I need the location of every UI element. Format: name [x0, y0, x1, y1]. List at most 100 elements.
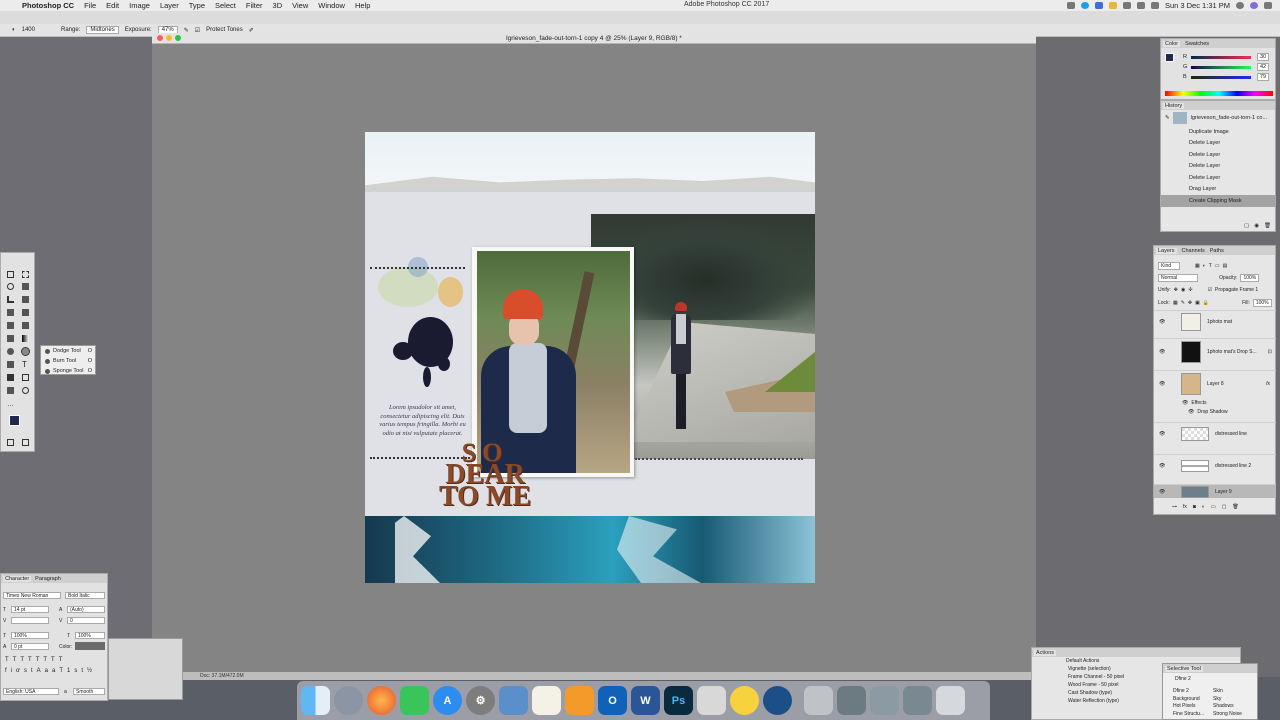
- unify-style-icon[interactable]: ✣: [1188, 287, 1192, 293]
- skype-icon[interactable]: [1080, 2, 1089, 9]
- font-family-select[interactable]: Times New Roman: [3, 592, 61, 599]
- menu-type[interactable]: Type: [189, 1, 205, 10]
- layer-name[interactable]: Layer 9: [1215, 489, 1232, 495]
- fx-icon[interactable]: fx: [1266, 381, 1270, 387]
- history-item[interactable]: Delete Layer: [1161, 172, 1275, 184]
- vertical-scale-input[interactable]: 100%: [11, 632, 49, 639]
- screenshots-icon[interactable]: [804, 686, 833, 715]
- camera-icon[interactable]: ◉: [1254, 223, 1259, 229]
- smart-filter-icon[interactable]: ▤: [1223, 263, 1228, 269]
- stickies-icon[interactable]: [697, 686, 726, 715]
- menu-image[interactable]: Image: [129, 1, 150, 10]
- fraction-button[interactable]: ½: [87, 668, 96, 674]
- selective-item[interactable]: Skin: [1213, 688, 1242, 696]
- eye-icon[interactable]: 👁: [1182, 400, 1188, 406]
- selective-item[interactable]: Sky: [1213, 696, 1242, 704]
- layer-name[interactable]: Layer 8: [1207, 381, 1224, 387]
- small-caps-button[interactable]: T: [28, 657, 36, 663]
- hand-tool-icon[interactable]: [7, 387, 14, 394]
- tab-actions[interactable]: Actions: [1034, 649, 1057, 656]
- blend-mode-select[interactable]: Normal: [1158, 274, 1199, 282]
- crop-tool-icon[interactable]: [7, 296, 14, 303]
- messages-icon[interactable]: [400, 686, 429, 715]
- baseline-shift-input[interactable]: 0 pt: [11, 643, 49, 650]
- titling-button[interactable]: A: [37, 668, 45, 674]
- font-style-select[interactable]: Bold Italic: [65, 592, 105, 599]
- tab-swatches[interactable]: Swatches: [1185, 41, 1209, 47]
- selective-item[interactable]: Hot Pixels: [1173, 703, 1204, 711]
- magic-wand-icon[interactable]: [22, 283, 29, 290]
- screen-mode-icon[interactable]: [22, 439, 29, 446]
- adjustment-layer-icon[interactable]: ◐: [1202, 504, 1205, 510]
- type-tool-icon[interactable]: T: [22, 361, 29, 369]
- system-preferences-icon[interactable]: ⚙: [466, 686, 495, 715]
- search-icon[interactable]: [1236, 2, 1244, 9]
- zoom-tool-icon[interactable]: [22, 387, 29, 394]
- add-style-icon[interactable]: fx: [1183, 504, 1187, 510]
- delete-layer-icon[interactable]: 🗑: [1232, 504, 1238, 510]
- horizontal-scale-input[interactable]: 100%: [75, 632, 105, 639]
- selective-item[interactable]: Strong Noise: [1213, 711, 1242, 719]
- move-tool-icon[interactable]: [7, 271, 14, 278]
- lock-transparent-icon[interactable]: ▦: [1173, 300, 1178, 306]
- faux-bold-button[interactable]: T: [5, 657, 13, 663]
- trash-icon[interactable]: [936, 686, 965, 715]
- layer-name[interactable]: distressed line 2: [1215, 463, 1251, 469]
- menu-window[interactable]: Window: [318, 1, 345, 10]
- firefox-icon[interactable]: [367, 686, 396, 715]
- stylistic-button[interactable]: st: [24, 668, 37, 674]
- antialias-select[interactable]: Smooth: [73, 688, 105, 695]
- adjustment-filter-icon[interactable]: ◐: [1203, 263, 1206, 269]
- cyberduck-icon[interactable]: [730, 686, 759, 715]
- add-mask-icon[interactable]: ◙: [1193, 504, 1196, 510]
- outlook-icon[interactable]: O: [598, 686, 627, 715]
- opacity-input[interactable]: 100%: [1240, 274, 1260, 282]
- subscript-button[interactable]: T: [43, 657, 51, 663]
- flyout-dodge-tool[interactable]: Dodge Tool O: [41, 346, 95, 356]
- menu-view[interactable]: View: [292, 1, 308, 10]
- swash-button[interactable]: ơ: [16, 668, 24, 674]
- lasso-tool-icon[interactable]: [7, 283, 14, 290]
- blur-tool-icon[interactable]: [7, 348, 14, 355]
- ligature-button[interactable]: fi: [5, 668, 16, 674]
- photoshop-doc-1-icon[interactable]: [870, 686, 899, 715]
- strikethrough-button[interactable]: T: [59, 657, 67, 663]
- flyout-burn-tool[interactable]: Burn Tool O: [41, 356, 95, 366]
- tt-button[interactable]: T: [59, 668, 67, 674]
- volume-icon[interactable]: [1136, 2, 1145, 9]
- drop-shadow-row[interactable]: 👁 Drop Shadow: [1188, 409, 1228, 415]
- tab-color[interactable]: Color: [1163, 40, 1181, 47]
- menu-edit[interactable]: Edit: [106, 1, 119, 10]
- pixel-filter-icon[interactable]: ▦: [1195, 263, 1200, 269]
- link-layers-icon[interactable]: ⊶: [1172, 504, 1177, 510]
- layer-row[interactable]: 👁 1photo mat: [1154, 310, 1276, 332]
- history-item[interactable]: Delete Layer: [1161, 138, 1275, 150]
- finder-icon[interactable]: [301, 686, 330, 715]
- finder-window-icon[interactable]: [837, 686, 866, 715]
- b-value[interactable]: 79: [1257, 73, 1270, 81]
- history-item[interactable]: Delete Layer: [1161, 161, 1275, 173]
- document-canvas[interactable]: Lorem ipsudolor sit amet, consectetur ad…: [365, 132, 815, 583]
- text-color-swatch[interactable]: [75, 642, 105, 650]
- layer-row[interactable]: 👁 Layer 8 fx: [1154, 370, 1276, 396]
- photoshop-doc-2-icon[interactable]: [903, 686, 932, 715]
- g-slider[interactable]: [1191, 66, 1251, 69]
- language-select[interactable]: English: USA: [3, 688, 59, 695]
- history-item[interactable]: Delete Layer: [1161, 149, 1275, 161]
- layer-name[interactable]: 1photo mat: [1207, 319, 1232, 325]
- lock-artboard-icon[interactable]: ▣: [1195, 300, 1200, 306]
- battery-icon[interactable]: [1150, 2, 1159, 9]
- range-select[interactable]: Midtones: [86, 26, 119, 34]
- menu-3d[interactable]: 3D: [273, 1, 283, 10]
- selective-set[interactable]: Dfine 2: [1175, 676, 1191, 682]
- launchpad-icon[interactable]: [334, 686, 363, 715]
- clock[interactable]: Sun 3 Dec 1:31 PM: [1165, 1, 1230, 10]
- eye-icon[interactable]: 👁: [1159, 489, 1167, 495]
- underline-button[interactable]: T: [51, 657, 59, 663]
- r-value[interactable]: 30: [1257, 53, 1270, 61]
- selective-item[interactable]: Dfine 2: [1173, 688, 1204, 696]
- history-snapshot[interactable]: ✎ lgrieveson_fade-out-torn-1 co...: [1161, 110, 1275, 126]
- siri-icon[interactable]: [1250, 2, 1258, 9]
- eye-icon[interactable]: 👁: [1159, 319, 1167, 325]
- fg-swatch[interactable]: [1165, 53, 1174, 62]
